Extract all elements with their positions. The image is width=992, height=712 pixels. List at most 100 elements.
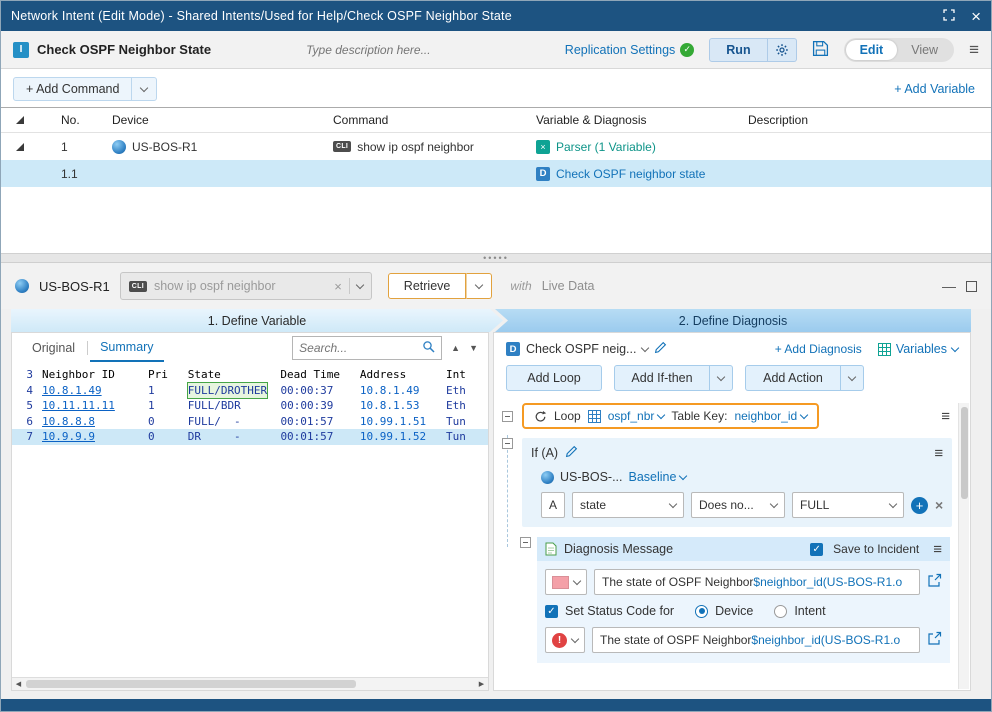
search-input[interactable] bbox=[299, 341, 418, 355]
condition-operator-select[interactable]: Does no... bbox=[691, 492, 785, 518]
add-ifthen-button[interactable]: Add If-then bbox=[615, 366, 709, 390]
add-command-caret-icon[interactable] bbox=[131, 78, 156, 100]
search-icon[interactable] bbox=[422, 340, 435, 356]
diagnosis-icon: D bbox=[536, 167, 550, 181]
baseline-dropdown[interactable]: Baseline bbox=[629, 470, 687, 484]
fullscreen-icon[interactable] bbox=[943, 9, 955, 24]
minimize-icon[interactable]: — bbox=[942, 279, 956, 293]
diagnosis-link[interactable]: D Check OSPF neighbor state bbox=[536, 167, 742, 181]
add-action-button[interactable]: Add Action bbox=[746, 366, 840, 390]
code-segment: 1 bbox=[115, 398, 188, 414]
add-command-button[interactable]: + Add Command bbox=[13, 77, 157, 101]
loop-table-dropdown[interactable]: ospf_nbr bbox=[608, 409, 665, 423]
condition-variable-select[interactable]: state bbox=[572, 492, 684, 518]
search-prev-icon[interactable]: ▲ bbox=[451, 343, 460, 353]
add-condition-icon[interactable]: + bbox=[911, 497, 928, 514]
condition-value-select[interactable]: FULL bbox=[792, 492, 904, 518]
scroll-left-icon[interactable]: ◀ bbox=[12, 680, 25, 688]
horizontal-scrollbar[interactable]: ◀ ▶ bbox=[12, 677, 488, 690]
add-ifthen-caret-icon[interactable] bbox=[709, 366, 732, 390]
set-status-code-checkbox[interactable]: ✓ bbox=[545, 605, 558, 618]
variables-dropdown[interactable]: Variables bbox=[878, 342, 958, 356]
add-action-caret-icon[interactable] bbox=[840, 366, 863, 390]
save-icon[interactable] bbox=[812, 40, 829, 60]
description-input[interactable] bbox=[306, 43, 536, 57]
message-text-input[interactable]: The state of OSPF Neighbor $neighbor_id(… bbox=[594, 569, 920, 595]
tab-original[interactable]: Original bbox=[22, 335, 85, 361]
retrieve-caret-icon[interactable] bbox=[466, 273, 492, 299]
collapse-if-icon[interactable] bbox=[502, 438, 513, 449]
message-prefix: The state of OSPF Neighbor bbox=[600, 633, 751, 647]
add-variable-link[interactable]: + Add Variable bbox=[894, 82, 975, 96]
table-row-diagnosis[interactable]: 1.1 D Check OSPF neighbor state bbox=[1, 160, 991, 187]
cli-command-input[interactable]: CLI show ip ospf neighbor × bbox=[120, 272, 372, 300]
code-segment: 10.8.8.8 bbox=[42, 414, 95, 430]
horizontal-splitter[interactable]: ••••• bbox=[1, 253, 991, 263]
device-icon bbox=[541, 471, 554, 484]
code-line[interactable]: 610.8.8.8 0 FULL/ - 00:01:57 10.99.1.51 … bbox=[12, 414, 488, 430]
code-line[interactable]: 510.11.11.11 1 FULL/BDR 00:00:39 10.8.1.… bbox=[12, 398, 488, 414]
status-message-input[interactable]: The state of OSPF Neighbor $neighbor_id(… bbox=[592, 627, 920, 653]
header-command: Command bbox=[325, 113, 530, 127]
if-menu-icon[interactable]: ≡ bbox=[934, 446, 943, 461]
chevron-down-icon bbox=[657, 410, 665, 418]
condition-operator-value: Does no... bbox=[699, 498, 765, 512]
edit-if-pencil-icon[interactable] bbox=[565, 445, 578, 461]
code-line[interactable]: 3Neighbor ID Pri State Dead Time Address… bbox=[12, 367, 488, 383]
message-variable: $neighbor_id(US-BOS-R1.o bbox=[751, 633, 900, 647]
menu-icon[interactable]: ≡ bbox=[969, 41, 979, 58]
scrollbar-thumb[interactable] bbox=[26, 680, 356, 688]
run-button[interactable]: Run bbox=[709, 38, 767, 62]
loop-node: Loop ospf_nbr Table Key: neighbor_id ≡ bbox=[502, 403, 950, 429]
code-segment bbox=[241, 398, 281, 414]
vertical-scrollbar[interactable] bbox=[958, 403, 969, 689]
collapse-all-icon[interactable] bbox=[1, 116, 39, 124]
collapse-message-icon[interactable] bbox=[520, 537, 531, 548]
diagnosis-selector[interactable]: Check OSPF neig... bbox=[526, 342, 648, 356]
search-next-icon[interactable]: ▼ bbox=[469, 343, 478, 353]
command-table-header: No. Device Command Variable & Diagnosis … bbox=[1, 107, 991, 133]
code-segment bbox=[333, 383, 360, 399]
message-menu-icon[interactable]: ≡ bbox=[933, 542, 942, 557]
live-data-label: Live Data bbox=[542, 279, 595, 293]
scrollbar-thumb[interactable] bbox=[961, 407, 968, 499]
divider bbox=[87, 341, 88, 355]
save-to-incident-checkbox[interactable]: ✓ bbox=[810, 543, 823, 556]
open-editor-icon[interactable] bbox=[927, 631, 942, 649]
add-loop-button[interactable]: Add Loop bbox=[506, 365, 602, 391]
tab-summary[interactable]: Summary bbox=[90, 334, 163, 362]
status-code-dropdown[interactable]: ! bbox=[545, 627, 585, 653]
line-number: 7 bbox=[12, 429, 42, 445]
table-key-dropdown[interactable]: neighbor_id bbox=[734, 409, 807, 423]
close-icon[interactable]: × bbox=[971, 8, 981, 25]
radio-intent[interactable] bbox=[774, 605, 787, 618]
open-editor-icon[interactable] bbox=[927, 573, 942, 591]
table-row-command[interactable]: 1 US-BOS-R1 CLI show ip ospf neighbor × … bbox=[1, 133, 991, 160]
line-number: 4 bbox=[12, 383, 42, 399]
edit-toggle[interactable]: Edit bbox=[846, 40, 898, 60]
radio-device[interactable] bbox=[695, 605, 708, 618]
parser-link[interactable]: × Parser (1 Variable) bbox=[536, 140, 742, 154]
run-settings-gear-icon[interactable] bbox=[768, 38, 797, 62]
view-toggle[interactable]: View bbox=[897, 40, 952, 60]
baseline-label: Baseline bbox=[629, 470, 677, 484]
collapse-loop-icon[interactable] bbox=[502, 411, 513, 422]
retrieve-button[interactable]: Retrieve bbox=[388, 273, 467, 299]
scroll-right-icon[interactable]: ▶ bbox=[475, 680, 488, 688]
command-dropdown-icon[interactable] bbox=[356, 280, 364, 288]
parser-icon: × bbox=[536, 140, 550, 154]
code-line[interactable]: 710.9.9.9 0 DR - 00:01:57 10.99.1.52 Tun bbox=[12, 429, 488, 445]
message-color-dropdown[interactable] bbox=[545, 569, 587, 595]
intent-toolbar: I Check OSPF Neighbor State Replication … bbox=[1, 31, 991, 69]
remove-condition-icon[interactable]: × bbox=[935, 497, 943, 513]
add-diagnosis-link[interactable]: + Add Diagnosis bbox=[775, 342, 862, 356]
rename-pencil-icon[interactable] bbox=[654, 341, 667, 357]
maximize-icon[interactable] bbox=[966, 281, 977, 292]
network-intent-window: Network Intent (Edit Mode) - Shared Inte… bbox=[0, 0, 992, 712]
replication-settings-link[interactable]: Replication Settings ✓ bbox=[565, 43, 694, 57]
loop-menu-icon[interactable]: ≡ bbox=[941, 409, 950, 424]
diagnosis-selector-label: Check OSPF neig... bbox=[526, 342, 636, 356]
clear-command-icon[interactable]: × bbox=[334, 279, 342, 294]
code-line[interactable]: 410.8.1.49 1 FULL/DROTHER 00:00:37 10.8.… bbox=[12, 383, 488, 399]
expand-row-icon[interactable] bbox=[1, 143, 39, 151]
